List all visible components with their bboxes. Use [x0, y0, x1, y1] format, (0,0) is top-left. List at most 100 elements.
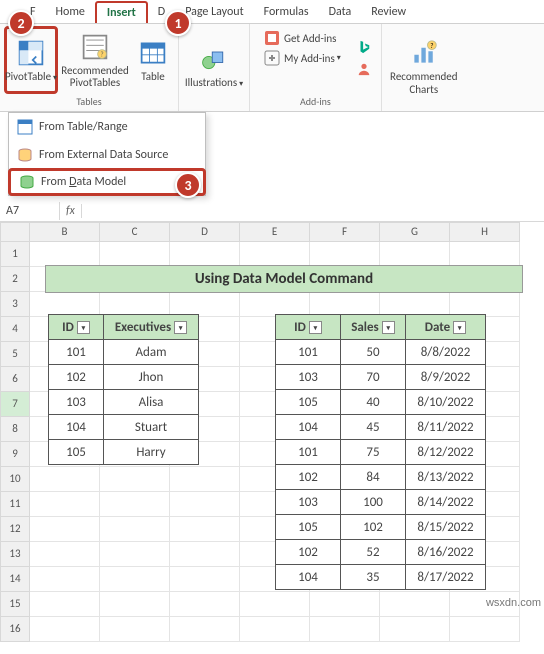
table-cell[interactable]: 8/17/2022 [406, 565, 486, 590]
row-header[interactable]: 15 [0, 592, 30, 617]
table-cell[interactable]: 100 [341, 490, 406, 515]
cell[interactable] [30, 542, 100, 567]
table-cell[interactable]: 102 [49, 365, 104, 390]
cell[interactable] [170, 567, 240, 592]
row-header[interactable]: 16 [0, 617, 30, 642]
cell[interactable] [100, 517, 170, 542]
cell[interactable] [30, 242, 100, 267]
row-header[interactable]: 7 [0, 392, 30, 417]
table-cell[interactable]: 8/9/2022 [406, 365, 486, 390]
row-header[interactable]: 11 [0, 492, 30, 517]
tab-formulas[interactable]: Formulas [254, 2, 319, 22]
from-external-data-source[interactable]: From External Data Source [9, 141, 205, 169]
tab-review[interactable]: Review [361, 2, 416, 22]
cell[interactable] [380, 592, 450, 617]
table-cell[interactable]: 101 [276, 440, 341, 465]
cell[interactable] [240, 242, 310, 267]
cell[interactable] [170, 492, 240, 517]
cell[interactable] [100, 567, 170, 592]
table-cell[interactable]: 105 [276, 390, 341, 415]
tab-data[interactable]: Data [319, 2, 362, 22]
table-cell[interactable]: Harry [104, 440, 199, 465]
col-header[interactable]: G [380, 222, 450, 242]
cell[interactable] [240, 617, 310, 642]
cell[interactable] [170, 592, 240, 617]
table-cell[interactable]: 102 [276, 465, 341, 490]
cell[interactable] [100, 542, 170, 567]
name-box[interactable]: A7 [0, 202, 60, 220]
cell[interactable] [100, 467, 170, 492]
cell[interactable] [310, 617, 380, 642]
from-table-range[interactable]: From Table/Range [9, 113, 205, 141]
table-cell[interactable]: 103 [49, 390, 104, 415]
recommended-pivottables-button[interactable]: ? Recommended PivotTables [58, 26, 132, 94]
col-header[interactable]: C [100, 222, 170, 242]
cell[interactable] [170, 467, 240, 492]
row-header[interactable]: 8 [0, 417, 30, 442]
cell[interactable] [100, 492, 170, 517]
row-header[interactable]: 14 [0, 567, 30, 592]
column-header[interactable]: ID▾ [276, 315, 341, 340]
select-all-corner[interactable] [0, 222, 30, 242]
table-cell[interactable]: 8/11/2022 [406, 415, 486, 440]
filter-icon[interactable]: ▾ [309, 321, 322, 334]
col-header[interactable]: H [450, 222, 520, 242]
cell[interactable] [450, 242, 520, 267]
column-header[interactable]: ID▾ [49, 315, 104, 340]
row-header[interactable]: 3 [0, 292, 30, 317]
table-cell[interactable]: Jhon [104, 365, 199, 390]
cell[interactable] [100, 592, 170, 617]
table-cell[interactable]: 8/13/2022 [406, 465, 486, 490]
col-header[interactable]: F [310, 222, 380, 242]
col-header[interactable]: B [30, 222, 100, 242]
table-cell[interactable]: 35 [341, 565, 406, 590]
table-cell[interactable]: 105 [49, 440, 104, 465]
recommended-charts-button[interactable]: ? Recommended Charts [386, 26, 462, 107]
row-header[interactable]: 12 [0, 517, 30, 542]
tab-insert[interactable]: Insert [95, 1, 148, 23]
table-cell[interactable]: 50 [341, 340, 406, 365]
cell[interactable] [380, 617, 450, 642]
illustrations-button[interactable]: Illustrations▾ [183, 26, 245, 107]
table-cell[interactable]: 70 [341, 365, 406, 390]
bing-icon[interactable] [355, 38, 373, 60]
filter-icon[interactable]: ▾ [174, 321, 187, 334]
cell[interactable] [380, 242, 450, 267]
cell[interactable] [310, 592, 380, 617]
row-header[interactable]: 5 [0, 342, 30, 367]
table-cell[interactable]: 102 [276, 540, 341, 565]
cell[interactable] [30, 592, 100, 617]
table-cell[interactable]: 8/12/2022 [406, 440, 486, 465]
table-cell[interactable]: Alisa [104, 390, 199, 415]
table-cell[interactable]: 101 [276, 340, 341, 365]
table-cell[interactable]: Stuart [104, 415, 199, 440]
row-header[interactable]: 6 [0, 367, 30, 392]
filter-icon[interactable]: ▾ [453, 321, 466, 334]
table-cell[interactable]: 40 [341, 390, 406, 415]
table-cell[interactable]: 84 [341, 465, 406, 490]
row-header[interactable]: 13 [0, 542, 30, 567]
cell[interactable] [310, 242, 380, 267]
cell[interactable] [170, 517, 240, 542]
table-cell[interactable]: 101 [49, 340, 104, 365]
cell[interactable] [30, 567, 100, 592]
row-header[interactable]: 4 [0, 317, 30, 342]
filter-icon[interactable]: ▾ [382, 321, 395, 334]
table-cell[interactable]: 105 [276, 515, 341, 540]
table-cell[interactable]: 8/14/2022 [406, 490, 486, 515]
table-cell[interactable]: 8/16/2022 [406, 540, 486, 565]
cell[interactable] [30, 492, 100, 517]
filter-icon[interactable]: ▾ [77, 321, 90, 334]
my-addins-button[interactable]: My Add-ins ▾ [258, 48, 347, 68]
cell[interactable] [450, 617, 520, 642]
cell[interactable] [100, 242, 170, 267]
table-button[interactable]: Table [132, 26, 174, 94]
pivottable-button[interactable]: PivotTable▾ [4, 26, 58, 94]
cell[interactable] [30, 467, 100, 492]
column-header[interactable]: Sales▾ [341, 315, 406, 340]
column-header[interactable]: Executives▾ [104, 315, 199, 340]
table-cell[interactable]: 104 [49, 415, 104, 440]
row-header[interactable]: 9 [0, 442, 30, 467]
table-cell[interactable]: 45 [341, 415, 406, 440]
table-cell[interactable]: 102 [341, 515, 406, 540]
